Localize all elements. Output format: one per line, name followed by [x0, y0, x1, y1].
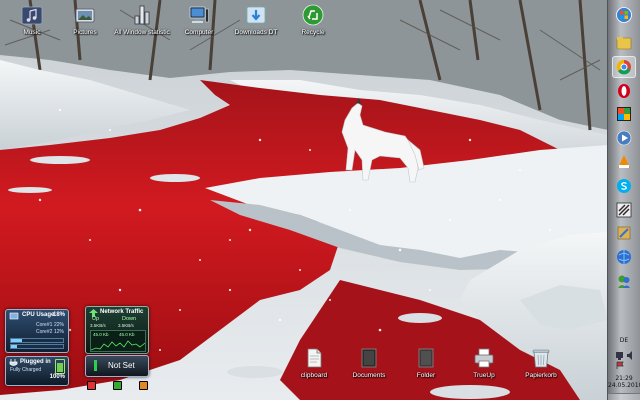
desktop-icon-label: All Window statistic	[114, 29, 170, 36]
taskbar-tool-button[interactable]	[612, 199, 636, 221]
desktop-icon-documents[interactable]: Documents	[337, 345, 401, 389]
cpu-core-value: 22%	[54, 322, 65, 328]
taskbar-browser-button[interactable]	[612, 246, 636, 268]
media-player-icon	[616, 130, 632, 146]
desktop-icon-recycle[interactable]: Recycle	[281, 2, 345, 46]
desktop-icon-label: Folder	[416, 372, 436, 379]
cpu-core-bar	[10, 344, 64, 349]
desktop-icon-label: TrueUp	[473, 372, 495, 379]
clock-date: 24.05.2010	[608, 382, 640, 389]
desktop-icon-label: Recycle	[301, 29, 325, 36]
gadget-settings-icon[interactable]	[139, 381, 148, 390]
cpu-core-row: Core#2 12%	[36, 329, 64, 335]
desktop-icon-pictures[interactable]: Pictures	[53, 2, 117, 46]
pictures-folder-icon	[74, 4, 96, 26]
taskbar-skype-button[interactable]	[612, 175, 636, 197]
statistics-icon	[131, 4, 153, 26]
desktop-icon-folder[interactable]: Folder	[394, 345, 458, 389]
taskbar-vlc-button[interactable]	[612, 151, 636, 173]
browser-icon	[617, 250, 631, 264]
tool-icon	[616, 202, 632, 218]
taskbar-chrome-button[interactable]	[612, 56, 636, 78]
network-tray-icon	[616, 352, 623, 360]
vlc-icon	[618, 155, 630, 168]
desktop-icon-label: Computer	[184, 29, 214, 36]
recycle-bin-icon	[530, 347, 552, 369]
recycle-icon	[302, 4, 324, 26]
text-document-icon	[303, 347, 325, 369]
taskbar-opera-button[interactable]	[612, 80, 636, 102]
cpu-total-percent: 18%	[52, 312, 65, 318]
battery-gadget[interactable]: Plugged in Fully Charged 100%	[5, 356, 69, 386]
status-label: Not Set	[108, 361, 135, 370]
gadget-power-icon[interactable]	[87, 381, 96, 390]
taskbar-messenger-button[interactable]	[612, 270, 636, 292]
desktop-icon-label: Pictures	[73, 29, 97, 36]
network-gadget-title: Network Traffic	[100, 309, 144, 315]
folder-icon	[415, 347, 437, 369]
network-up-label: Up	[92, 316, 100, 322]
documents-folder-icon	[358, 347, 380, 369]
network-up-speed: 3.5KB/s	[90, 323, 106, 328]
gadget-refresh-icon[interactable]	[113, 381, 122, 390]
power-plug-icon	[9, 359, 18, 366]
flag-icon	[616, 361, 624, 369]
cpu-core-bar	[10, 338, 64, 343]
taskbar-media-player-button[interactable]	[612, 127, 636, 149]
language-indicator[interactable]: DE	[608, 337, 640, 344]
status-indicator-icon	[94, 360, 97, 371]
network-down-total: 45.0 Kb	[119, 332, 135, 337]
desktop-icon-label: Downloads DT	[234, 29, 278, 36]
status-gadget[interactable]: Not Set	[85, 355, 149, 377]
clock-time: 21:29	[615, 375, 633, 382]
taskbar[interactable]: DE 21:29 24.05.2010	[607, 0, 640, 400]
computer-icon	[188, 4, 210, 26]
cpu-core-row: Core#1 22%	[36, 322, 64, 328]
battery-icon	[55, 359, 65, 374]
taskbar-explorer-button[interactable]	[612, 32, 636, 54]
windows-live-icon	[617, 107, 631, 121]
desktop-icon-statistics[interactable]: All Window statistic	[110, 2, 174, 46]
cpu-usage-gadget[interactable]: CPU Usage 18% Core#1 22% Core#2 12%	[5, 309, 69, 353]
desktop-icon-downloads[interactable]: Downloads DT	[224, 2, 288, 46]
opera-icon	[618, 84, 630, 98]
cpu-core-label: Core#1	[36, 322, 53, 328]
desktop-icon-computer[interactable]: Computer	[167, 2, 231, 46]
skype-icon	[617, 179, 631, 193]
cpu-chip-icon	[9, 312, 19, 320]
paint-icon	[617, 226, 631, 240]
clock[interactable]: 21:29 24.05.2010	[608, 375, 640, 389]
battery-status: Plugged in	[20, 359, 51, 365]
cpu-core-label: Core#2	[36, 329, 53, 335]
network-traffic-gadget[interactable]: Network Traffic Up Down 3.5KB/s 3.5KB/s …	[85, 306, 149, 354]
messenger-icon	[618, 275, 630, 288]
desktop-icon-papierkorb[interactable]: Papierkorb	[509, 345, 573, 389]
taskbar-paint-button[interactable]	[612, 222, 636, 244]
network-down-label: Down	[122, 316, 137, 322]
desktop-icon-trueup[interactable]: TrueUp	[452, 345, 516, 389]
downloads-folder-icon	[245, 4, 267, 26]
network-down-speed: 3.5KB/s	[118, 323, 134, 328]
taskbar-windows-live-button[interactable]	[612, 103, 636, 125]
show-desktop-button[interactable]	[608, 393, 640, 400]
printer-icon	[473, 347, 495, 369]
start-orb-icon	[616, 7, 632, 23]
battery-percent: 100%	[49, 374, 65, 380]
chrome-icon	[616, 59, 631, 75]
desktop-icon-label: Documents	[352, 372, 386, 379]
music-folder-icon	[21, 4, 43, 26]
volume-icon	[627, 351, 632, 360]
network-up-total: 45.0 Kb	[93, 332, 109, 337]
network-traffic-graph: 45.0 Kb 45.0 Kb	[90, 330, 146, 352]
desktop[interactable]: Music Pictures All Window statistic Comp…	[0, 0, 608, 400]
battery-detail: Fully Charged	[10, 367, 42, 373]
desktop-icon-label: Papierkorb	[525, 372, 557, 379]
cpu-gadget-title: CPU Usage	[22, 312, 55, 318]
system-tray[interactable]	[614, 350, 636, 370]
cpu-core-value: 12%	[54, 329, 65, 335]
taskbar-start-orb-button[interactable]	[612, 4, 636, 26]
explorer-icon	[616, 37, 632, 50]
